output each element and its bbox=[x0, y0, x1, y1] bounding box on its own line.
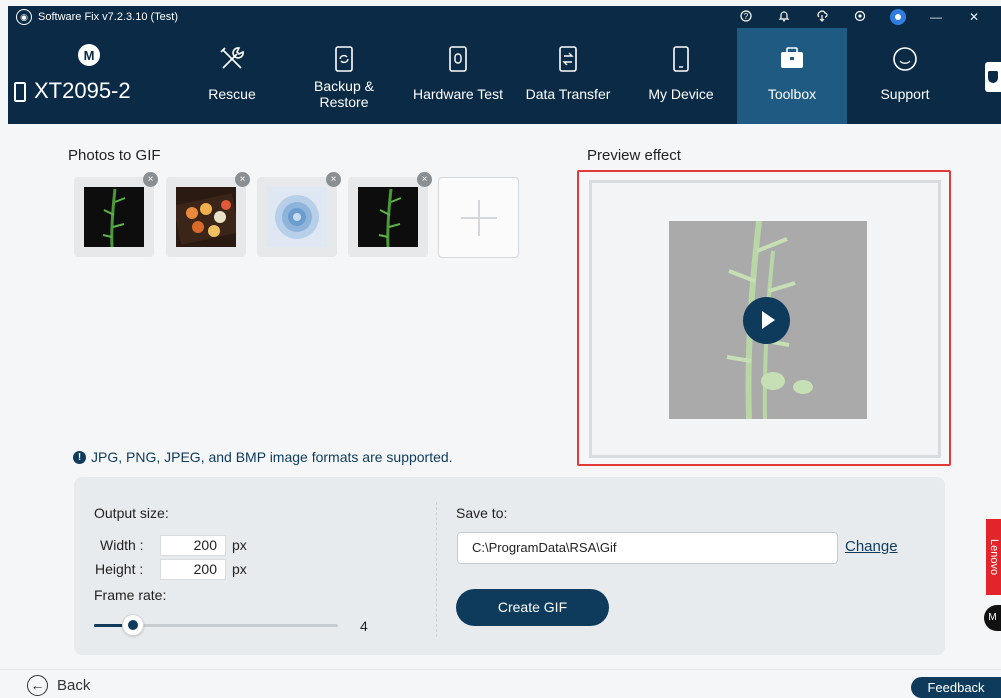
photo-thumbnail[interactable]: × bbox=[74, 172, 158, 257]
play-icon[interactable] bbox=[743, 297, 790, 344]
titlebar-controls: ? — ✕ bbox=[727, 6, 993, 28]
back-button[interactable]: ← Back bbox=[27, 675, 90, 696]
preview-image bbox=[669, 221, 867, 419]
bell-icon[interactable] bbox=[765, 10, 803, 25]
hardware-test-icon bbox=[449, 46, 467, 72]
photo-thumbnail[interactable]: × bbox=[257, 172, 341, 257]
minimize-icon[interactable]: — bbox=[917, 10, 955, 24]
tab-label: Toolbox bbox=[767, 86, 817, 102]
tab-label: Support bbox=[880, 86, 930, 102]
feedback-button[interactable]: Feedback bbox=[911, 677, 1001, 698]
width-label: Width : bbox=[100, 537, 144, 553]
slider-handle[interactable] bbox=[122, 614, 144, 636]
save-path-field[interactable]: C:\ProgramData\RSA\Gif bbox=[457, 532, 838, 564]
tab-label-line: Restore bbox=[319, 94, 369, 110]
footer-divider bbox=[0, 669, 1001, 670]
motorola-logo-icon: M bbox=[78, 44, 100, 66]
device-name: XT2095-2 bbox=[34, 78, 131, 103]
close-icon[interactable]: ✕ bbox=[955, 10, 993, 24]
remove-photo-icon[interactable]: × bbox=[235, 172, 250, 187]
tab-label: Hardware Test bbox=[412, 86, 503, 102]
toolbox-icon bbox=[781, 47, 803, 68]
phone-icon bbox=[673, 46, 689, 72]
back-label: Back bbox=[57, 677, 91, 694]
settings-icon[interactable] bbox=[841, 10, 879, 25]
tab-label-line: Backup & bbox=[314, 78, 374, 94]
device-icon bbox=[14, 82, 26, 102]
tab-my-device[interactable]: My Device bbox=[636, 28, 726, 124]
tab-rescue[interactable]: Rescue bbox=[192, 28, 272, 124]
preview-area bbox=[589, 180, 941, 458]
save-to-label: Save to: bbox=[456, 505, 508, 521]
frame-rate-label: Frame rate: bbox=[94, 587, 167, 603]
settings-panel: Output size: Width : 200 px Height : 200… bbox=[74, 477, 945, 655]
tab-label: My Device bbox=[648, 86, 714, 102]
change-link[interactable]: Change bbox=[845, 538, 898, 555]
lenovo-tab[interactable]: Lenovo bbox=[986, 519, 1001, 595]
remove-photo-icon[interactable]: × bbox=[143, 172, 158, 187]
user-icon[interactable] bbox=[890, 9, 906, 25]
info-icon: ! bbox=[73, 450, 86, 464]
preview-section-title: Preview effect bbox=[587, 147, 681, 164]
app-logo-icon: ◉ bbox=[16, 9, 32, 25]
main-nav: M XT2095-2 Rescue Backup & Restore Hardw… bbox=[8, 28, 1001, 124]
width-input[interactable]: 200 bbox=[160, 535, 226, 556]
format-info-text: JPG, PNG, JPEG, and BMP image formats ar… bbox=[91, 449, 453, 465]
tab-label: Backup & Restore bbox=[302, 78, 386, 110]
back-arrow-icon: ← bbox=[27, 675, 48, 696]
height-label: Height : bbox=[95, 561, 144, 577]
backup-icon bbox=[335, 46, 353, 72]
motorola-badge-icon[interactable]: M bbox=[984, 605, 1001, 631]
tab-hardware-test[interactable]: Hardware Test bbox=[402, 28, 514, 124]
bamboo-image bbox=[358, 187, 418, 247]
tab-backup-restore[interactable]: Backup & Restore bbox=[302, 28, 386, 124]
title-bar: ◉ Software Fix v7.2.3.10 (Test) ? — ✕ bbox=[8, 6, 1001, 28]
window-title: Software Fix v7.2.3.10 (Test) bbox=[38, 11, 178, 23]
chat-icon bbox=[893, 47, 917, 71]
rose-image bbox=[267, 187, 327, 247]
tab-label: Data Transfer bbox=[525, 86, 611, 102]
add-photo-button[interactable] bbox=[438, 177, 519, 258]
tab-support[interactable]: Support bbox=[860, 28, 950, 124]
download-icon[interactable] bbox=[803, 9, 841, 25]
help-icon[interactable]: ? bbox=[727, 9, 765, 25]
remove-photo-icon[interactable]: × bbox=[326, 172, 341, 187]
photo-thumbnail[interactable]: × bbox=[348, 172, 432, 257]
create-gif-button[interactable]: Create GIF bbox=[456, 589, 609, 626]
app-window: ◉ Software Fix v7.2.3.10 (Test) ? — ✕ M … bbox=[0, 0, 1001, 698]
frame-rate-value: 4 bbox=[360, 618, 368, 634]
svg-text:?: ? bbox=[744, 12, 749, 21]
height-input[interactable]: 200 bbox=[160, 559, 226, 580]
height-unit: px bbox=[232, 561, 247, 577]
remove-photo-icon[interactable]: × bbox=[417, 172, 432, 187]
photos-section-title: Photos to GIF bbox=[68, 147, 161, 164]
panel-divider bbox=[436, 502, 437, 637]
wrench-icon bbox=[220, 47, 244, 69]
tab-label: Rescue bbox=[208, 86, 256, 102]
tab-data-transfer[interactable]: Data Transfer bbox=[518, 28, 618, 124]
format-info: ! JPG, PNG, JPEG, and BMP image formats … bbox=[73, 449, 453, 465]
sushi-image bbox=[176, 187, 236, 247]
tab-toolbox[interactable]: Toolbox bbox=[737, 28, 847, 124]
width-unit: px bbox=[232, 537, 247, 553]
bamboo-image bbox=[84, 187, 144, 247]
output-size-label: Output size: bbox=[94, 505, 169, 521]
photo-thumbnail[interactable]: × bbox=[166, 172, 250, 257]
data-transfer-icon bbox=[559, 46, 577, 72]
shield-icon[interactable] bbox=[985, 62, 1001, 92]
brand: M XT2095-2 bbox=[8, 28, 168, 124]
preview-highlight-frame bbox=[577, 170, 951, 466]
